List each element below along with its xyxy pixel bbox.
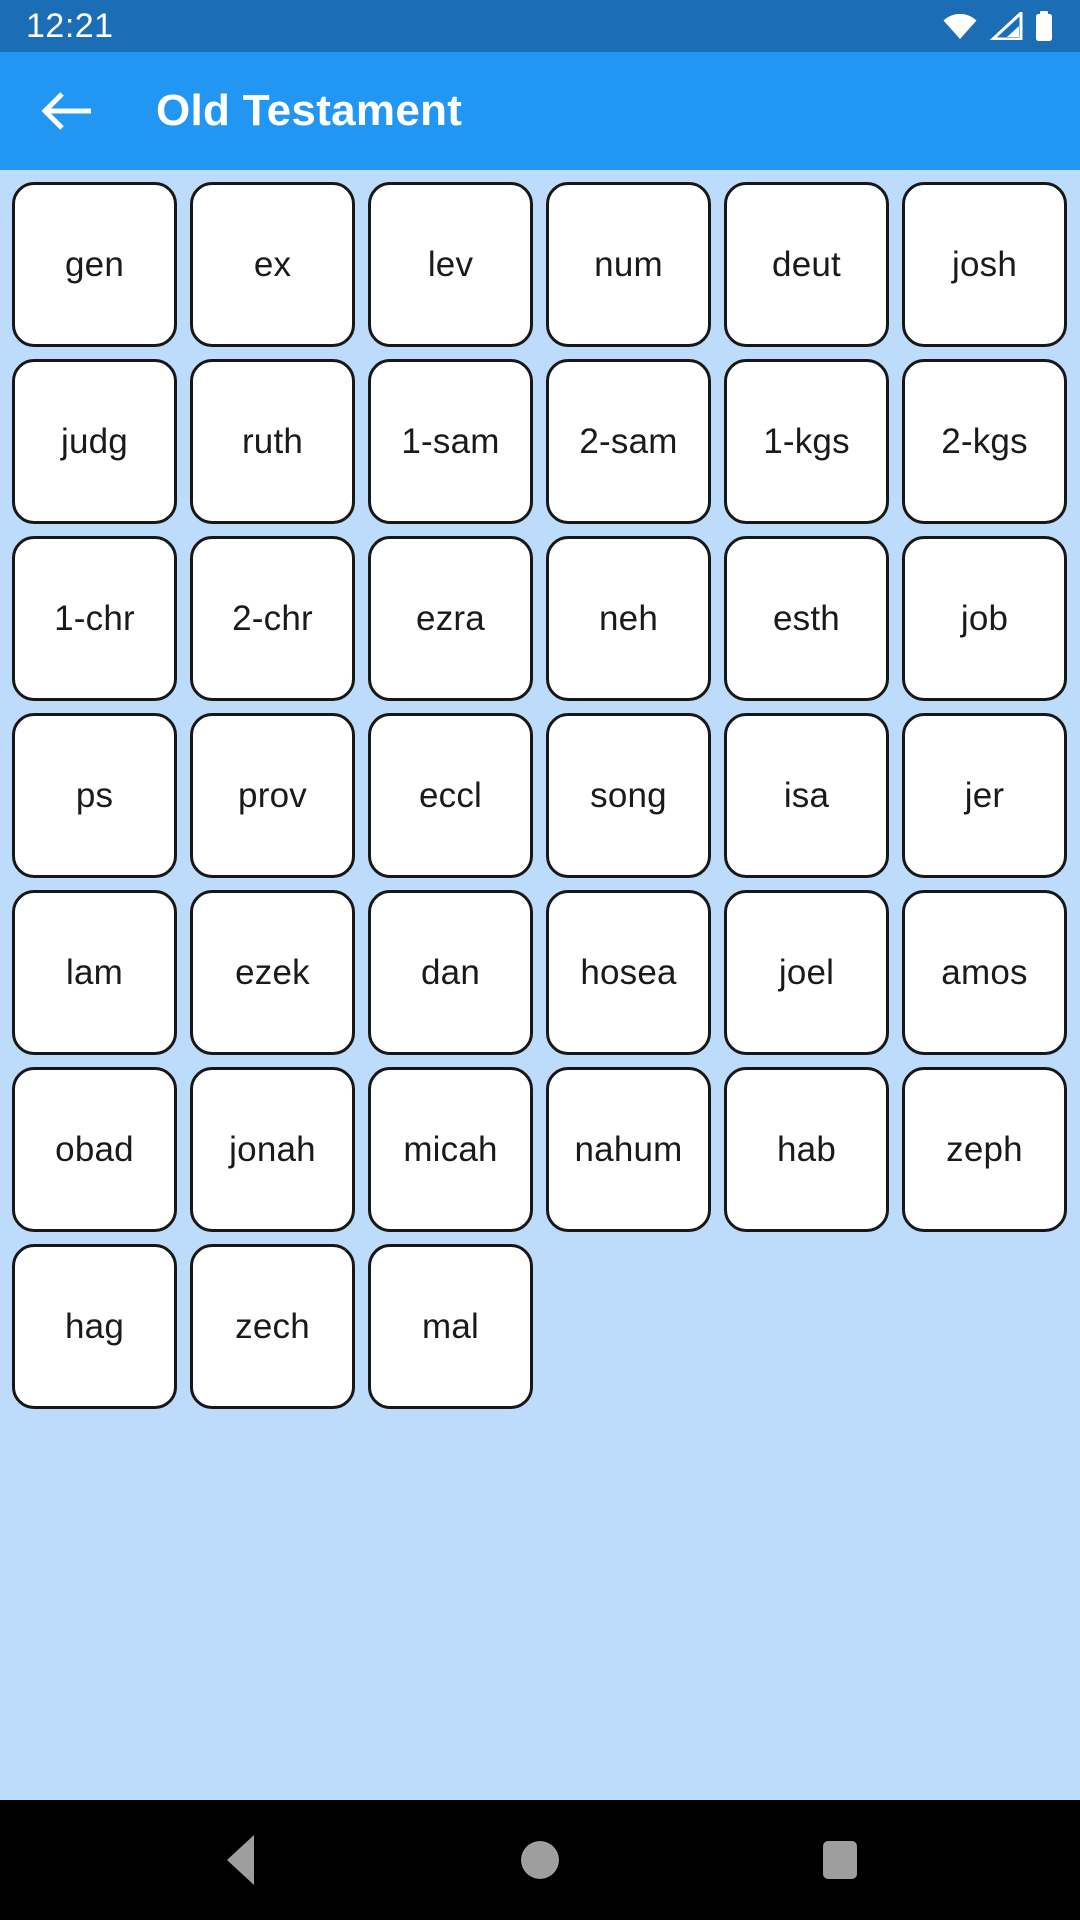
book-tile[interactable]: 1-kgs bbox=[724, 359, 889, 524]
book-tile-label: lev bbox=[427, 245, 474, 284]
page-title: Old Testament bbox=[156, 86, 463, 135]
book-tile-label: dan bbox=[421, 953, 480, 992]
book-tile[interactable]: deut bbox=[724, 182, 889, 347]
book-tile-label: 1-chr bbox=[54, 599, 135, 638]
book-tile[interactable]: ex bbox=[190, 182, 355, 347]
book-tile[interactable]: obad bbox=[12, 1067, 177, 1232]
book-tile[interactable]: eccl bbox=[368, 713, 533, 878]
back-triangle-icon bbox=[226, 1835, 254, 1885]
app-bar: Old Testament bbox=[0, 52, 1080, 170]
nav-home-button[interactable] bbox=[475, 1800, 605, 1920]
book-tile-label: amos bbox=[941, 953, 1028, 992]
book-tile[interactable]: mal bbox=[368, 1244, 533, 1409]
battery-icon bbox=[1034, 11, 1054, 41]
book-tile-label: 1-kgs bbox=[763, 422, 850, 461]
book-tile[interactable]: song bbox=[546, 713, 711, 878]
book-tile[interactable]: josh bbox=[902, 182, 1067, 347]
book-grid-container: gen ex lev num deut josh judg ruth 1-sam 2-sam 1-k… bbox=[0, 170, 1080, 1800]
book-tile-label: zech bbox=[235, 1307, 310, 1346]
book-tile-label: judg bbox=[61, 422, 128, 461]
book-tile[interactable]: 2-kgs bbox=[902, 359, 1067, 524]
book-tile-label: obad bbox=[55, 1130, 134, 1169]
book-tile[interactable]: dan bbox=[368, 890, 533, 1055]
book-tile[interactable]: isa bbox=[724, 713, 889, 878]
book-tile-label: num bbox=[594, 245, 663, 284]
book-tile-label: deut bbox=[772, 245, 841, 284]
book-tile[interactable]: 2-sam bbox=[546, 359, 711, 524]
book-tile[interactable]: zech bbox=[190, 1244, 355, 1409]
book-tile-label: ezra bbox=[416, 599, 485, 638]
book-tile-label: zeph bbox=[946, 1130, 1023, 1169]
wifi-icon bbox=[942, 12, 978, 40]
book-tile-label: isa bbox=[783, 776, 830, 815]
book-tile-label: ex bbox=[253, 245, 292, 284]
book-tile-label: eccl bbox=[418, 776, 483, 815]
book-tile[interactable]: amos bbox=[902, 890, 1067, 1055]
book-tile[interactable]: num bbox=[546, 182, 711, 347]
book-tile[interactable]: ezek bbox=[190, 890, 355, 1055]
book-tile-label: lam bbox=[66, 953, 123, 992]
book-tile-label: nahum bbox=[574, 1130, 683, 1169]
arrow-left-icon bbox=[41, 90, 93, 132]
status-bar-icons bbox=[942, 11, 1054, 41]
book-tile-label: jonah bbox=[229, 1130, 316, 1169]
nav-back-button[interactable] bbox=[175, 1800, 305, 1920]
book-tile-label: 1-sam bbox=[401, 422, 500, 461]
book-tile-label: neh bbox=[599, 599, 658, 638]
book-tile[interactable]: zeph bbox=[902, 1067, 1067, 1232]
book-tile[interactable]: lev bbox=[368, 182, 533, 347]
book-tile-label: micah bbox=[403, 1130, 498, 1169]
book-tile[interactable]: job bbox=[902, 536, 1067, 701]
status-bar-clock: 12:21 bbox=[26, 7, 114, 45]
book-tile[interactable]: gen bbox=[12, 182, 177, 347]
book-tile[interactable]: 1-chr bbox=[12, 536, 177, 701]
book-tile-label: esth bbox=[773, 599, 840, 638]
book-tile-label: 2-chr bbox=[232, 599, 313, 638]
book-tile-label: prov bbox=[238, 776, 307, 815]
book-tile[interactable]: nahum bbox=[546, 1067, 711, 1232]
nav-recents-button[interactable] bbox=[775, 1800, 905, 1920]
book-tile-label: job bbox=[960, 599, 1009, 638]
status-bar: 12:21 bbox=[0, 0, 1080, 52]
book-tile[interactable]: esth bbox=[724, 536, 889, 701]
book-grid: gen ex lev num deut josh judg ruth 1-sam 2-sam 1-k… bbox=[12, 182, 1080, 1421]
book-tile[interactable]: lam bbox=[12, 890, 177, 1055]
book-tile[interactable]: neh bbox=[546, 536, 711, 701]
book-tile-label: 2-sam bbox=[579, 422, 678, 461]
navigate-up-button[interactable] bbox=[34, 78, 100, 144]
book-tile[interactable]: micah bbox=[368, 1067, 533, 1232]
book-tile[interactable]: jonah bbox=[190, 1067, 355, 1232]
book-tile-label: hag bbox=[65, 1307, 124, 1346]
book-tile-label: mal bbox=[422, 1307, 479, 1346]
book-tile-label: song bbox=[590, 776, 667, 815]
book-tile[interactable]: 1-sam bbox=[368, 359, 533, 524]
book-tile-label: joel bbox=[778, 953, 835, 992]
book-tile[interactable]: ruth bbox=[190, 359, 355, 524]
home-circle-icon bbox=[521, 1841, 559, 1879]
book-tile[interactable]: ps bbox=[12, 713, 177, 878]
book-tile[interactable]: jer bbox=[902, 713, 1067, 878]
book-tile[interactable]: 2-chr bbox=[190, 536, 355, 701]
book-tile-label: hab bbox=[777, 1130, 836, 1169]
system-navigation-bar bbox=[0, 1800, 1080, 1920]
recents-square-icon bbox=[823, 1841, 857, 1879]
book-tile[interactable]: hab bbox=[724, 1067, 889, 1232]
book-tile-label: ruth bbox=[241, 422, 304, 461]
book-tile-label: ps bbox=[75, 776, 114, 815]
book-tile[interactable]: hag bbox=[12, 1244, 177, 1409]
book-tile-label: hosea bbox=[580, 953, 677, 992]
book-tile[interactable]: joel bbox=[724, 890, 889, 1055]
book-tile[interactable]: judg bbox=[12, 359, 177, 524]
book-tile-label: ezek bbox=[235, 953, 310, 992]
phone-screen: 12:21 Old Testament gen ex lev num deut … bbox=[0, 0, 1080, 1920]
book-tile-label: 2-kgs bbox=[941, 422, 1028, 461]
signal-icon bbox=[989, 12, 1023, 40]
book-tile-label: gen bbox=[65, 245, 124, 284]
book-tile[interactable]: hosea bbox=[546, 890, 711, 1055]
book-tile[interactable]: ezra bbox=[368, 536, 533, 701]
book-tile[interactable]: prov bbox=[190, 713, 355, 878]
book-tile-label: josh bbox=[951, 245, 1017, 284]
book-tile-label: jer bbox=[964, 776, 1005, 815]
